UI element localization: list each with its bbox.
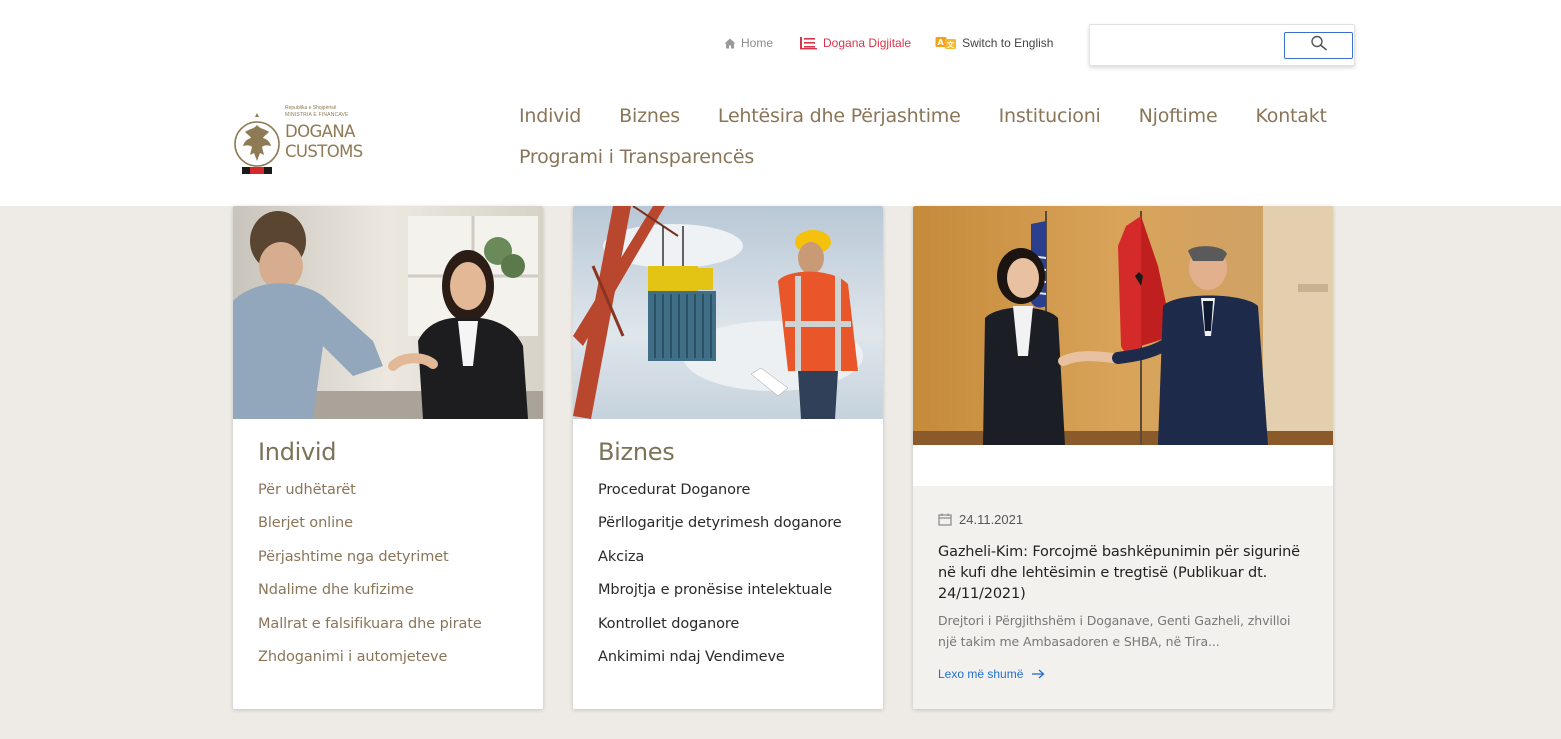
list-item[interactable]: Përllogaritje detyrimesh doganore bbox=[598, 515, 842, 548]
home-link[interactable]: Home bbox=[724, 36, 773, 50]
list-item[interactable]: Procedurat Doganore bbox=[598, 482, 842, 515]
news-title[interactable]: Gazheli-Kim: Forcojmë bashkëpunimin për … bbox=[938, 542, 1318, 605]
biznes-link-list: Procedurat Doganore Përllogaritje detyri… bbox=[598, 482, 842, 682]
list-item[interactable]: Për udhëtarët bbox=[258, 482, 482, 515]
switch-language-label: Switch to English bbox=[962, 36, 1054, 50]
search-input[interactable] bbox=[1094, 31, 1282, 59]
list-item[interactable]: Akciza bbox=[598, 549, 842, 582]
nav-item-kontakt[interactable]: Kontakt bbox=[1255, 105, 1327, 127]
news-date-text: 24.11.2021 bbox=[959, 512, 1024, 527]
nav-item-njoftime[interactable]: Njoftime bbox=[1139, 105, 1218, 127]
translate-icon: A 文 bbox=[935, 36, 957, 50]
biznes-card-title: Biznes bbox=[598, 438, 675, 466]
logo-republic-text: Republika e Shqipërisë bbox=[285, 105, 337, 111]
switch-language-link[interactable]: A 文 Switch to English bbox=[935, 36, 1053, 50]
emblem-icon bbox=[234, 113, 280, 174]
nav-item-institucioni[interactable]: Institucioni bbox=[999, 105, 1101, 127]
calendar-icon bbox=[938, 513, 952, 526]
main-nav-row: Individ Biznes Lehtësira dhe Përjashtime… bbox=[519, 95, 1359, 136]
list-item[interactable]: Mbrojtja e pronësise intelektuale bbox=[598, 582, 842, 615]
nav-item-lehtesira[interactable]: Lehtësira dhe Përjashtime bbox=[718, 105, 961, 127]
individ-image[interactable] bbox=[233, 206, 543, 419]
news-excerpt: Drejtori i Përgjithshëm i Doganave, Gent… bbox=[938, 613, 1291, 649]
individ-card-title: Individ bbox=[258, 438, 337, 466]
nav-item-biznes[interactable]: Biznes bbox=[619, 105, 680, 127]
list-item[interactable]: Kontrollet doganore bbox=[598, 616, 842, 649]
news-image[interactable] bbox=[913, 206, 1333, 445]
biznes-card: Biznes Procedurat Doganore Përllogaritje… bbox=[573, 206, 883, 709]
read-more-link[interactable]: Lexo më shumë bbox=[938, 667, 1045, 681]
news-card: 24.11.2021 Gazheli-Kim: Forcojmë bashkëp… bbox=[913, 206, 1333, 709]
arrow-right-icon bbox=[1031, 669, 1045, 679]
top-links: Home Dogana Digjitale A 文 Switch to Engl… bbox=[724, 36, 1079, 50]
search-box bbox=[1089, 24, 1355, 66]
dogana-digjitale-label: Dogana Digjitale bbox=[823, 36, 912, 50]
biznes-image[interactable] bbox=[573, 206, 883, 419]
site-header: Home Dogana Digjitale A 文 Switch to Engl… bbox=[0, 0, 1561, 206]
nav-item-transparency[interactable]: Programi i Transparencës bbox=[519, 146, 754, 168]
list-item[interactable]: Ndalime dhe kufizime bbox=[258, 582, 482, 615]
home-link-label: Home bbox=[741, 36, 774, 50]
svg-text:文: 文 bbox=[947, 40, 955, 49]
main-nav: Individ Biznes Lehtësira dhe Përjashtime… bbox=[519, 95, 1359, 177]
logo-ministry-text: MINISTRIA E FINANCAVE bbox=[285, 112, 349, 118]
individ-card: Individ Për udhëtarët Blerjet online Për… bbox=[233, 206, 543, 709]
news-body: 24.11.2021 Gazheli-Kim: Forcojmë bashkëp… bbox=[913, 486, 1333, 709]
list-item[interactable]: Ankimimi ndaj Vendimeve bbox=[598, 649, 842, 682]
main-nav-row-2: Programi i Transparencës bbox=[519, 136, 1359, 177]
news-date: 24.11.2021 bbox=[938, 512, 1023, 527]
logo-customs-text: CUSTOMS bbox=[285, 142, 363, 161]
read-more-label: Lexo më shumë bbox=[938, 667, 1024, 681]
search-button[interactable] bbox=[1284, 32, 1353, 59]
dogana-logo[interactable]: Republika e Shqipërisë MINISTRIA E FINAN… bbox=[233, 105, 383, 177]
list-icon bbox=[799, 36, 818, 50]
nav-item-individ[interactable]: Individ bbox=[519, 105, 581, 127]
dogana-digjitale-link[interactable]: Dogana Digjitale bbox=[799, 36, 911, 50]
list-item[interactable]: Përjashtime nga detyrimet bbox=[258, 549, 482, 582]
list-item[interactable]: Blerjet online bbox=[258, 515, 482, 548]
svg-text:A: A bbox=[938, 38, 945, 47]
logo-dogana-text: DOGANA bbox=[285, 122, 355, 141]
list-item[interactable]: Mallrat e falsifikuara dhe pirate bbox=[258, 616, 482, 649]
search-icon bbox=[1310, 35, 1328, 56]
list-item[interactable]: Zhdoganimi i automjeteve bbox=[258, 649, 482, 682]
individ-link-list: Për udhëtarët Blerjet online Përjashtime… bbox=[258, 482, 482, 682]
home-icon bbox=[724, 38, 736, 49]
